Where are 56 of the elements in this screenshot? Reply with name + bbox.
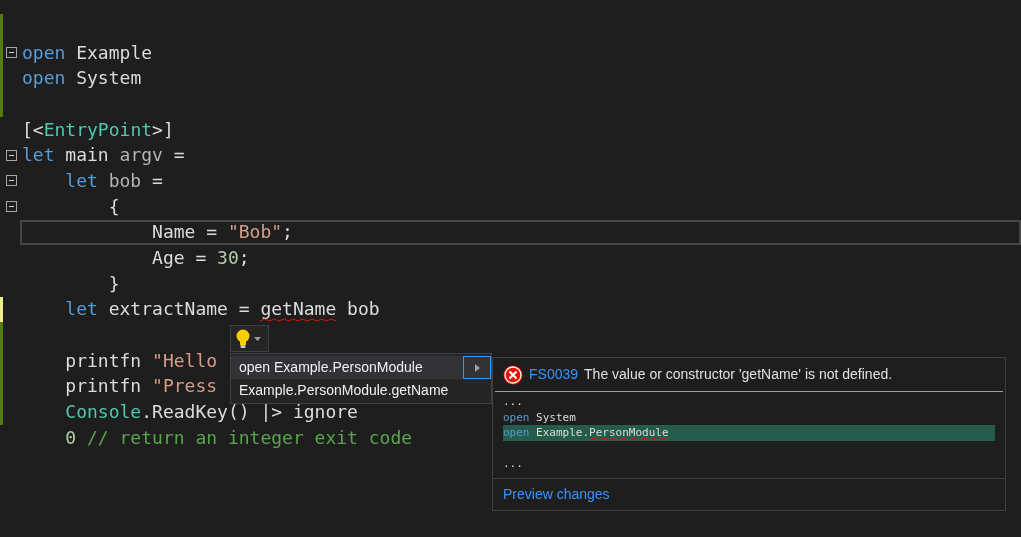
triangle-right-icon <box>474 363 480 372</box>
code-token: open <box>503 411 530 423</box>
quick-action-item[interactable]: Example.PersonModule.getName <box>231 379 491 401</box>
code-token: System <box>75 67 142 89</box>
code-token: = <box>151 169 163 191</box>
code-token: ; <box>238 247 250 269</box>
code-token: bob <box>107 169 142 191</box>
code-token: System <box>535 411 576 423</box>
error-message: The value or constructor 'getName' is not defined. <box>584 365 893 384</box>
caret-icon <box>254 336 261 341</box>
code-token: ... <box>503 458 523 470</box>
code-token: let <box>64 298 98 320</box>
quick-action-item[interactable]: open Example.PersonModule <box>231 356 491 379</box>
error-icon <box>503 364 523 385</box>
fold-toggle[interactable] <box>6 175 17 187</box>
code-token: open <box>503 427 530 439</box>
code-token: 30 <box>217 247 239 269</box>
code-token: Example <box>75 41 153 63</box>
code-token: >] <box>152 118 174 140</box>
code-token: 0 <box>64 426 77 448</box>
code-token: let <box>64 169 98 191</box>
code-token: let <box>22 144 55 166</box>
code-token: argv <box>118 144 163 166</box>
code-error-token: getName <box>260 298 337 320</box>
preview-changes-link[interactable]: Preview changes <box>503 483 610 505</box>
fold-toggle[interactable] <box>6 201 17 213</box>
code-token: Console <box>64 401 142 423</box>
code-token: printfn <box>64 349 143 371</box>
error-code-link[interactable]: FS0039 <box>529 364 579 385</box>
code-token: Age = <box>151 247 208 269</box>
code-token: printfn <box>64 375 143 397</box>
lightbulb-button[interactable] <box>230 325 269 352</box>
code-token: main <box>64 144 109 166</box>
code-token: ; <box>282 221 293 243</box>
code-token: = <box>172 144 185 166</box>
code-token: open <box>22 67 66 89</box>
code-token: { <box>107 195 120 217</box>
code-token: EntryPoint <box>43 118 153 140</box>
lightbulb-icon <box>236 328 250 349</box>
code-token: // return an integer exit code <box>86 426 413 448</box>
code-token: extractName = <box>107 298 251 320</box>
code-token: Name = <box>151 221 219 243</box>
code-error-token: PersonModule <box>589 427 669 439</box>
code-token: "Bob" <box>227 221 283 243</box>
code-token: open <box>22 41 66 63</box>
fold-toggle[interactable] <box>6 47 17 59</box>
code-token: Example. <box>535 427 590 439</box>
code-token: "Press <box>152 375 219 397</box>
code-token: "Hello <box>152 349 219 371</box>
expand-button[interactable] <box>463 356 491 379</box>
code-token: .ReadKey() |> ignore <box>141 401 358 423</box>
code-token: ... <box>503 396 523 408</box>
code-token: } <box>107 272 120 294</box>
code-token: bob <box>346 298 380 320</box>
code-token: [< <box>22 118 44 140</box>
fold-toggle[interactable] <box>6 149 17 161</box>
